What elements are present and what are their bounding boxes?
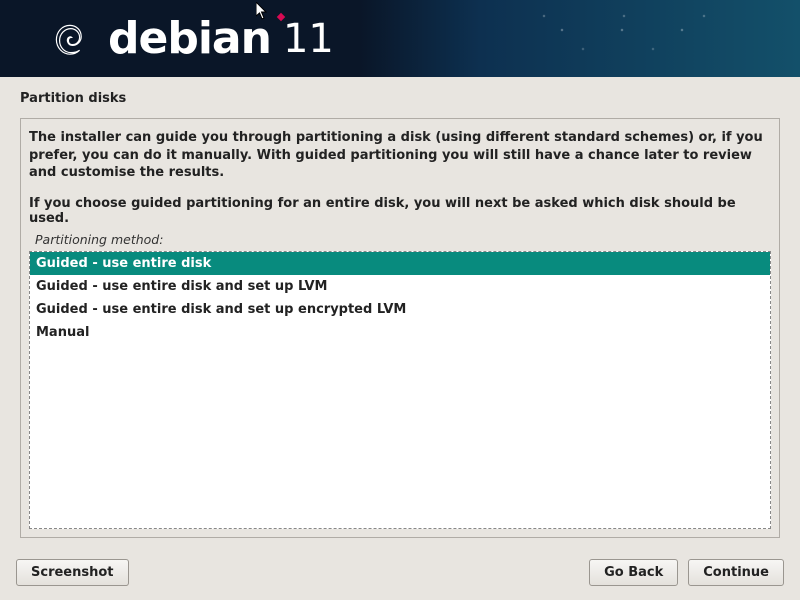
installer-header: debian 11 (0, 0, 800, 77)
continue-button[interactable]: Continue (688, 559, 784, 586)
debian-swirl-icon (50, 19, 90, 59)
partition-option[interactable]: Guided - use entire disk (30, 252, 770, 275)
intro-text: The installer can guide you through part… (29, 129, 771, 182)
method-label: Partitioning method: (35, 232, 771, 247)
brand-version: 11 (283, 16, 334, 62)
partition-option[interactable]: Manual (30, 321, 770, 344)
go-back-button[interactable]: Go Back (589, 559, 678, 586)
footer-bar: Screenshot Go Back Continue (0, 554, 800, 600)
note-text: If you choose guided partitioning for an… (29, 196, 771, 226)
brand-name: debian (108, 13, 271, 64)
partition-option[interactable]: Guided - use entire disk and set up LVM (30, 275, 770, 298)
page-title: Partition disks (20, 91, 780, 106)
partition-option[interactable]: Guided - use entire disk and set up encr… (30, 298, 770, 321)
screenshot-button[interactable]: Screenshot (16, 559, 129, 586)
partitioning-method-list[interactable]: Guided - use entire diskGuided - use ent… (29, 251, 771, 529)
partition-panel: The installer can guide you through part… (20, 118, 780, 538)
content-area: Partition disks The installer can guide … (0, 77, 800, 538)
